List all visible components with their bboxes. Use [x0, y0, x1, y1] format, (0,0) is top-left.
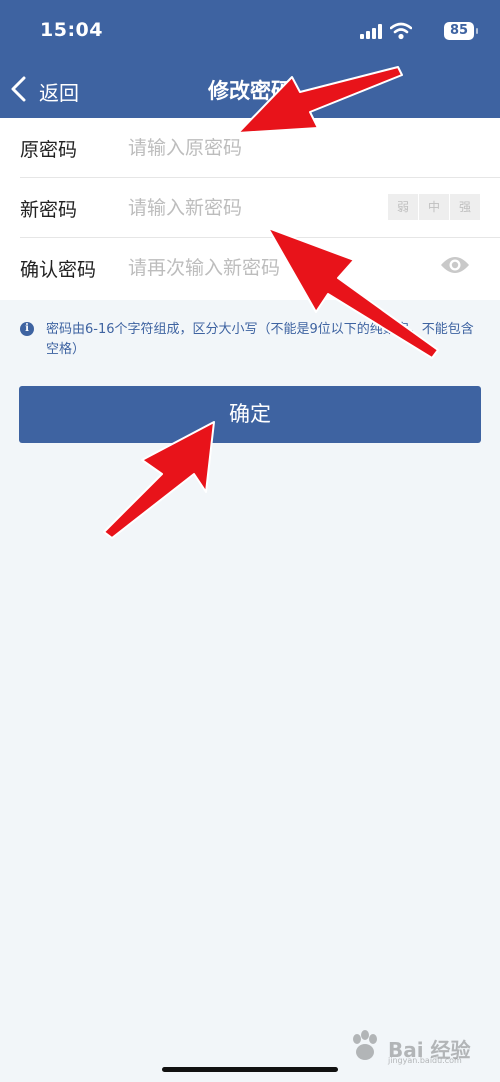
paw-logo-icon — [353, 1030, 377, 1060]
header: 15:04 85 返回 修改密码 — [0, 0, 500, 118]
new-password-label: 新密码 — [20, 199, 78, 221]
strength-strong: 强 — [450, 194, 480, 220]
eye-icon[interactable] — [440, 255, 470, 275]
status-bar: 15:04 85 — [0, 0, 500, 62]
old-password-input[interactable] — [128, 132, 368, 164]
wifi-icon — [390, 22, 412, 40]
confirm-password-input[interactable] — [128, 252, 368, 284]
strength-medium: 中 — [419, 194, 449, 220]
screen: 15:04 85 返回 修改密码 原密码 新密码 弱 中 强 确认密码 i 密码… — [0, 0, 500, 1082]
confirm-password-row: 确认密码 — [0, 238, 500, 298]
confirm-password-label: 确认密码 — [20, 259, 97, 281]
home-indicator[interactable] — [162, 1067, 338, 1072]
old-password-row: 原密码 — [0, 118, 500, 178]
hint-text: 密码由6-16个字符组成，区分大小写（不能是9位以下的纯数字，不能包含空格） — [46, 322, 474, 357]
watermark-domain: jingyan.baidu.com — [388, 1056, 462, 1065]
nav-bar: 返回 修改密码 — [0, 62, 500, 118]
battery-icon: 85 — [444, 22, 478, 40]
confirm-button[interactable]: 确定 — [19, 386, 481, 443]
status-icons: 85 — [344, 22, 478, 42]
page-title: 修改密码 — [208, 79, 292, 103]
new-password-input[interactable] — [128, 192, 368, 224]
new-password-row: 新密码 弱 中 强 — [0, 178, 500, 238]
strength-weak: 弱 — [388, 194, 418, 220]
password-strength-meter: 弱 中 强 — [388, 194, 480, 220]
old-password-label: 原密码 — [20, 139, 78, 161]
signal-icon — [360, 24, 382, 39]
watermark: Bai 经验 jingyan.baidu.com — [348, 1030, 488, 1066]
password-form: 原密码 新密码 弱 中 强 确认密码 — [0, 118, 500, 300]
info-icon: i — [20, 322, 34, 336]
status-time: 15:04 — [40, 19, 103, 41]
